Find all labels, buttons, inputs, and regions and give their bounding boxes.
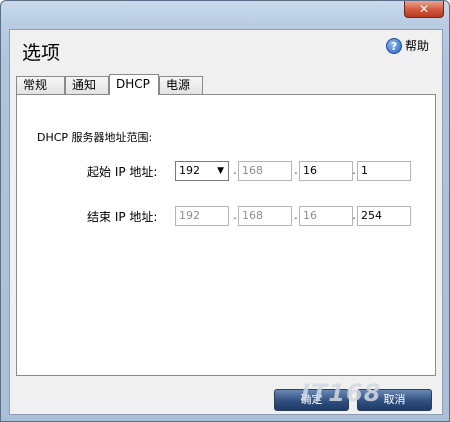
ip-dot: .	[352, 163, 356, 177]
tab-dhcp[interactable]: DHCP	[109, 74, 159, 95]
tab-general[interactable]: 常规	[16, 76, 65, 94]
site-watermark: IT168	[301, 379, 382, 407]
ip-dot: .	[294, 208, 298, 222]
dhcp-range-heading: DHCP 服务器地址范围:	[37, 131, 153, 144]
ip-dot: .	[352, 208, 356, 222]
end-ip-octet-1-field[interactable]: 192	[175, 206, 229, 226]
ip-dot: .	[294, 163, 298, 177]
ip-dot: .	[233, 208, 237, 222]
end-ip-octet-4-field[interactable]: 254	[357, 206, 411, 226]
end-ip-label: 结束 IP 地址:	[87, 210, 158, 224]
tab-notifications[interactable]: 通知	[65, 76, 109, 94]
start-ip-octet-4-field[interactable]: 1	[357, 161, 411, 181]
start-ip-octet-1-select[interactable]: 192 ▼	[175, 161, 229, 181]
chevron-down-icon: ▼	[217, 166, 224, 176]
help-link[interactable]: ? 帮助	[386, 37, 429, 54]
close-button[interactable]: ✕	[404, 1, 444, 18]
end-ip-octet-3-field[interactable]: 16	[299, 206, 353, 226]
help-label: 帮助	[405, 39, 430, 53]
start-ip-octet-3-field[interactable]: 16	[299, 161, 353, 181]
start-ip-octet-2-field[interactable]: 168	[238, 161, 292, 181]
help-icon: ?	[386, 37, 402, 54]
dialog-title: 选项	[22, 42, 61, 64]
ip-dot: .	[233, 163, 237, 177]
dhcp-panel: DHCP 服务器地址范围: 起始 IP 地址: 192 ▼ . 168 . 16…	[16, 94, 436, 376]
dialog-client-area: 选项 ? 帮助 常规 通知 DHCP 电源 DHCP 服务器地址范围: 起始 I…	[9, 29, 443, 415]
end-ip-octet-2-field[interactable]: 168	[238, 206, 292, 226]
start-ip-label: 起始 IP 地址:	[87, 165, 158, 179]
options-dialog: ✕ 选项 ? 帮助 常规 通知 DHCP 电源 DHCP 服务器地址范围: 起始…	[0, 0, 450, 422]
start-ip-octet-1-value: 192	[179, 164, 200, 177]
tab-power[interactable]: 电源	[159, 76, 203, 94]
